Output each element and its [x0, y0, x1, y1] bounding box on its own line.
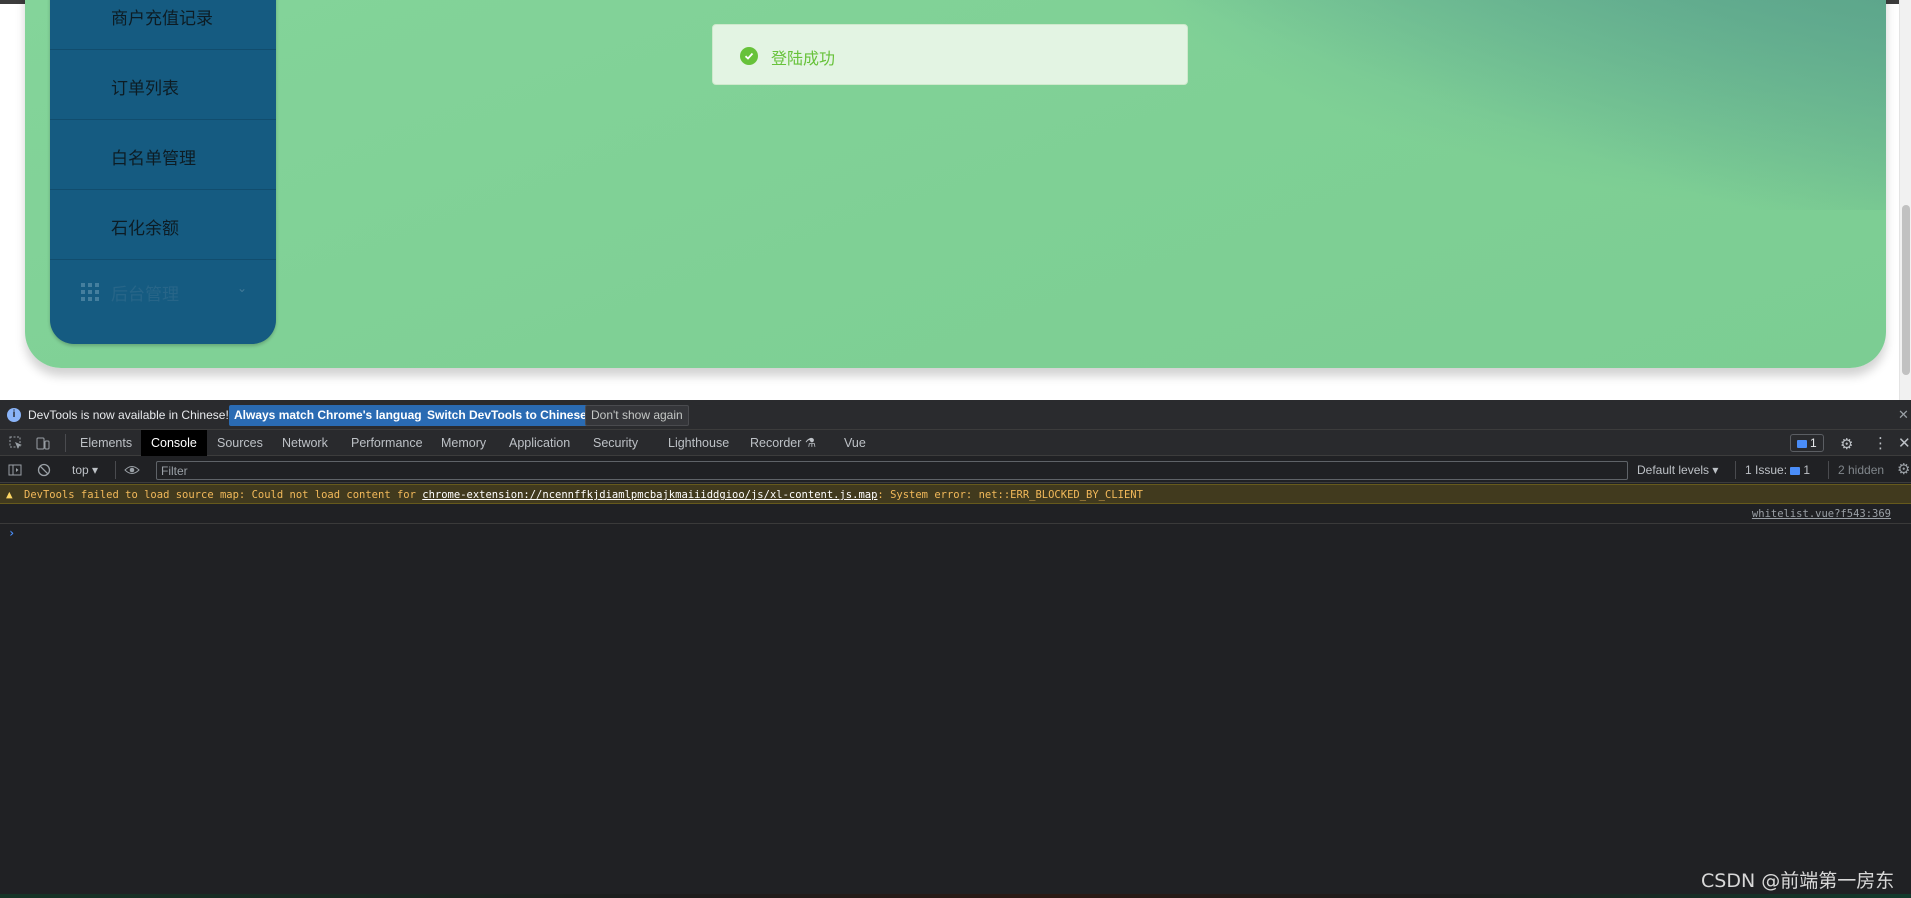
close-icon[interactable]: ✕ — [1898, 407, 1909, 423]
toolbar-divider — [1828, 461, 1829, 479]
scrollbar-thumb[interactable] — [1902, 205, 1910, 375]
tab-performance[interactable]: Performance — [341, 430, 433, 456]
watermark: CSDN @前端第一房东 — [1701, 870, 1895, 892]
tab-application[interactable]: Application — [499, 430, 580, 456]
sidebar-item-petrochem-balance[interactable]: 石化余额 — [50, 190, 276, 260]
hidden-messages-count: 2 hidden — [1838, 463, 1885, 477]
toolbar-divider — [115, 461, 116, 479]
log-levels-dropdown[interactable]: Default levels ▾ — [1637, 463, 1718, 477]
warning-text: DevTools failed to load source map: Coul… — [24, 489, 1143, 501]
sidebar-item-order-list[interactable]: 订单列表 — [50, 50, 276, 120]
devtools-panel: i DevTools is now available in Chinese! … — [0, 400, 1911, 898]
check-circle-icon — [740, 47, 758, 65]
tab-security[interactable]: Security — [583, 430, 648, 456]
infobar-message: DevTools is now available in Chinese! — [28, 408, 229, 422]
toolbar-divider — [1735, 461, 1736, 479]
close-devtools-icon[interactable]: ✕ — [1898, 434, 1911, 452]
tab-elements[interactable]: Elements — [70, 430, 142, 456]
sidebar-group-label: 后台管理 — [111, 285, 179, 304]
switch-to-chinese-button[interactable]: Switch DevTools to Chinese — [422, 405, 592, 426]
console-warning-message: ▲ DevTools failed to load source map: Co… — [0, 484, 1911, 504]
console-output[interactable]: ▲ DevTools failed to load source map: Co… — [0, 484, 1911, 898]
settings-gear-icon[interactable]: ⚙ — [1840, 435, 1853, 453]
toolbar-divider — [65, 434, 66, 452]
issue-icon — [1790, 466, 1801, 475]
decorative-wave-overlay — [1186, 0, 1886, 210]
devtools-tab-bar: Elements Console Sources Network Perform… — [0, 430, 1911, 456]
inspect-element-icon[interactable] — [9, 436, 23, 450]
console-settings-icon[interactable]: ⚙ — [1897, 460, 1910, 478]
tab-console[interactable]: Console — [141, 430, 207, 456]
clear-console-icon[interactable] — [37, 463, 51, 477]
grid-icon — [81, 283, 99, 301]
sidebar-item-label: 商户充值记录 — [111, 9, 213, 28]
devtools-language-infobar: i DevTools is now available in Chinese! … — [0, 400, 1911, 430]
toast-message: 登陆成功 — [771, 51, 836, 68]
tab-network[interactable]: Network — [272, 430, 338, 456]
tab-recorder[interactable]: Recorder ⚗ — [740, 430, 826, 456]
issues-badge-count: 1 — [1810, 436, 1817, 450]
more-options-icon[interactable]: ⋮ — [1873, 434, 1888, 452]
console-filter-bar: top ▾ Default levels ▾ 1 Issue: 1 2 hidd… — [0, 457, 1911, 483]
warning-prefix: DevTools failed to load source map: Coul… — [24, 489, 423, 501]
tab-vue[interactable]: Vue — [834, 430, 876, 456]
always-match-language-button[interactable]: Always match Chrome's language — [229, 405, 434, 426]
tab-lighthouse[interactable]: Lighthouse — [658, 430, 739, 456]
issues-counter-count: 1 — [1803, 463, 1811, 477]
success-toast: 登陆成功 — [712, 24, 1188, 85]
page-scrollbar[interactable] — [1899, 0, 1911, 400]
source-map-link[interactable]: chrome-extension://ncennffkjdiamlpmcbajk… — [422, 489, 877, 501]
console-prompt[interactable]: › — [8, 526, 15, 540]
device-toolbar-icon[interactable] — [36, 436, 50, 450]
sidebar-group-admin[interactable]: 后台管理 ⌄ — [50, 255, 276, 325]
sidebar-item-label: 石化余额 — [111, 219, 179, 238]
issues-counter[interactable]: 1 Issue: 1 — [1745, 463, 1810, 477]
info-icon: i — [7, 408, 21, 422]
sidebar-item-merchant-recharge[interactable]: 商户充值记录 — [50, 0, 276, 50]
console-log-message: whitelist.vue?f543:369 — [0, 504, 1911, 524]
tab-memory[interactable]: Memory — [431, 430, 496, 456]
sidebar-item-whitelist[interactable]: 白名单管理 — [50, 120, 276, 190]
console-filter-input[interactable] — [156, 461, 1628, 480]
issue-icon — [1797, 439, 1807, 448]
sidebar-item-label: 白名单管理 — [111, 149, 196, 168]
dont-show-again-button[interactable]: Don't show again — [585, 405, 689, 426]
desktop-strip — [0, 894, 1911, 898]
chevron-down-icon: ⌄ — [237, 281, 248, 295]
sidebar-item-label: 订单列表 — [111, 79, 179, 98]
context-selector[interactable]: top ▾ — [72, 463, 98, 477]
screen: 商户充值记录 订单列表 白名单管理 石化余额 后台管理 ⌄ 登陆成功 i Dev… — [0, 0, 1911, 898]
page-viewport: 商户充值记录 订单列表 白名单管理 石化余额 后台管理 ⌄ 登陆成功 — [0, 0, 1911, 400]
live-expression-eye-icon[interactable] — [124, 463, 140, 477]
sidebar-menu: 商户充值记录 订单列表 白名单管理 石化余额 后台管理 ⌄ — [50, 0, 276, 344]
warning-icon: ▲ — [6, 488, 13, 501]
issues-counter-label: 1 Issue: — [1745, 463, 1788, 477]
warning-suffix: : System error: net::ERR_BLOCKED_BY_CLIE… — [877, 489, 1143, 501]
issues-badge[interactable]: 1 — [1790, 434, 1824, 452]
log-source-link[interactable]: whitelist.vue?f543:369 — [1752, 508, 1891, 520]
sidebar-toggle-icon[interactable] — [8, 463, 22, 477]
tab-sources[interactable]: Sources — [207, 430, 273, 456]
